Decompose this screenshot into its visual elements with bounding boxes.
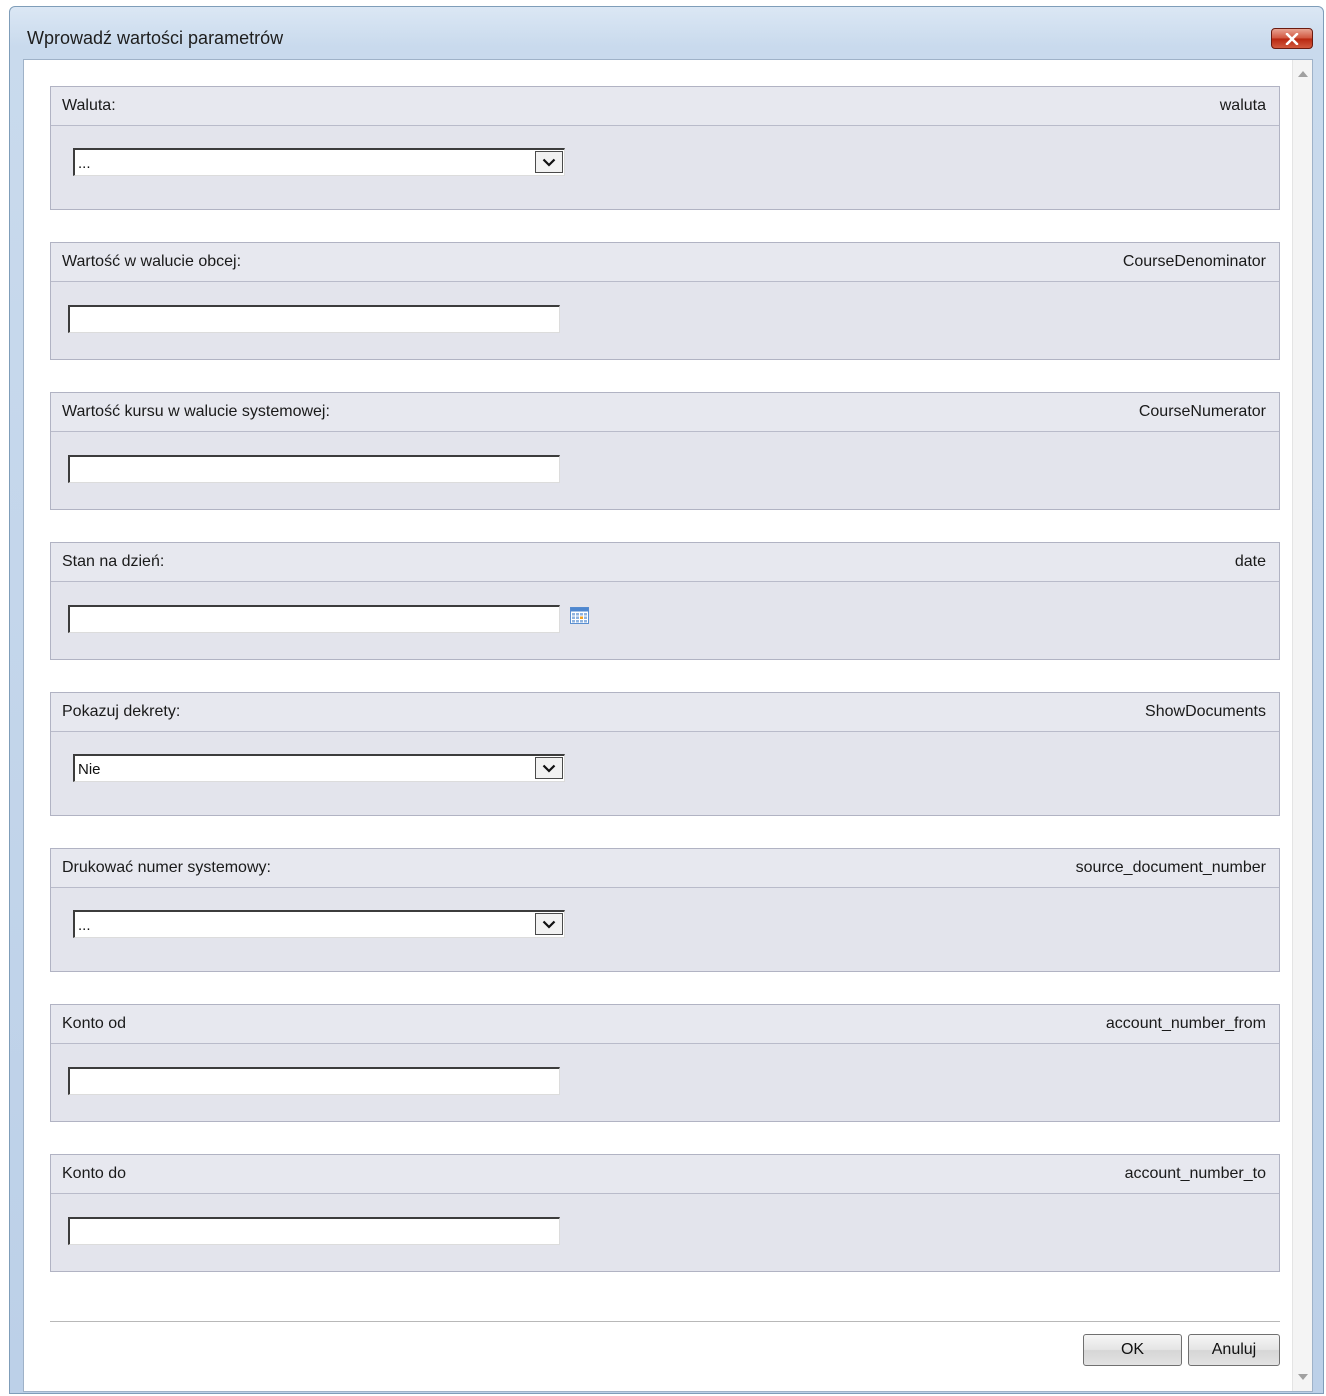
param-header: Stan na dzień: date: [51, 543, 1279, 582]
button-divider: [50, 1321, 1280, 1322]
param-header: Konto od account_number_from: [51, 1005, 1279, 1044]
param-panel-show-documents: Pokazuj dekrety: ShowDocuments Nie: [50, 692, 1280, 816]
cancel-button[interactable]: Anuluj: [1188, 1334, 1280, 1366]
param-name: CourseNumerator: [1138, 403, 1266, 420]
source-document-number-select[interactable]: ...: [73, 910, 565, 938]
show-documents-select[interactable]: Nie: [73, 754, 565, 782]
close-button[interactable]: [1271, 28, 1313, 49]
param-label: Konto od: [62, 1015, 127, 1032]
param-name: date: [1234, 553, 1266, 570]
param-panel-account-number-from: Konto od account_number_from: [50, 1004, 1280, 1122]
param-header: Drukować numer systemowy: source_documen…: [51, 849, 1279, 888]
param-name: ShowDocuments: [1145, 703, 1266, 720]
param-name: account_number_to: [1124, 1165, 1266, 1182]
param-label: Pokazuj dekrety:: [62, 703, 181, 720]
select-value: ...: [78, 155, 91, 172]
chevron-down-icon[interactable]: [535, 757, 563, 779]
param-label: Stan na dzień:: [62, 553, 165, 570]
calendar-icon[interactable]: [570, 607, 589, 624]
select-value: ...: [78, 917, 91, 934]
select-value: Nie: [78, 761, 101, 778]
param-name: account_number_from: [1105, 1015, 1266, 1032]
chevron-down-icon[interactable]: [535, 913, 563, 935]
param-panel-course-denominator: Wartość w walucie obcej: CourseDenominat…: [50, 242, 1280, 360]
param-name: source_document_number: [1075, 859, 1266, 876]
account-number-to-input[interactable]: [68, 1217, 560, 1245]
param-header: Wartość kursu w walucie systemowej: Cour…: [51, 393, 1279, 432]
param-label: Konto do: [62, 1165, 127, 1182]
vertical-scrollbar[interactable]: [1292, 60, 1312, 1391]
scroll-down-icon[interactable]: [1298, 1374, 1308, 1380]
param-panel-source-document-number: Drukować numer systemowy: source_documen…: [50, 848, 1280, 972]
param-label: Waluta:: [62, 97, 116, 114]
param-panel-course-numerator: Wartość kursu w walucie systemowej: Cour…: [50, 392, 1280, 510]
param-header: Pokazuj dekrety: ShowDocuments: [51, 693, 1279, 732]
scroll-up-icon[interactable]: [1298, 71, 1308, 77]
param-label: Wartość w walucie obcej:: [62, 253, 242, 270]
param-panel-date: Stan na dzień: date: [50, 542, 1280, 660]
param-label: Wartość kursu w walucie systemowej:: [62, 403, 330, 420]
course-denominator-input[interactable]: [68, 305, 560, 333]
chevron-down-icon[interactable]: [535, 151, 563, 173]
waluta-select[interactable]: ...: [73, 148, 565, 176]
ok-button[interactable]: OK: [1083, 1334, 1182, 1366]
date-input[interactable]: [68, 605, 560, 633]
dialog-title: Wprowadź wartości parametrów: [27, 28, 284, 48]
account-number-from-input[interactable]: [68, 1067, 560, 1095]
param-panel-waluta: Waluta: waluta ...: [50, 86, 1280, 210]
param-header: Konto do account_number_to: [51, 1155, 1279, 1194]
param-panel-account-number-to: Konto do account_number_to: [50, 1154, 1280, 1272]
param-name: waluta: [1219, 97, 1266, 114]
param-name: CourseDenominator: [1122, 253, 1266, 270]
dialog-window: Wprowadź wartości parametrów Waluta: wal…: [9, 6, 1324, 1394]
param-header: Waluta: waluta: [51, 87, 1279, 126]
param-label: Drukować numer systemowy:: [62, 859, 271, 876]
param-header: Wartość w walucie obcej: CourseDenominat…: [51, 243, 1279, 282]
course-numerator-input[interactable]: [68, 455, 560, 483]
title-bar[interactable]: Wprowadź wartości parametrów: [10, 7, 1323, 57]
dialog-content: Waluta: waluta ... Wartość w walucie obc…: [23, 59, 1313, 1392]
close-icon: [1285, 32, 1299, 45]
